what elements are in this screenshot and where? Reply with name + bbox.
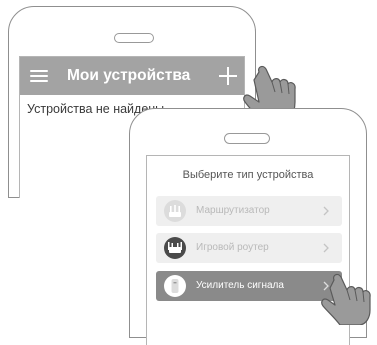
phone-speaker xyxy=(114,33,154,43)
gaming-router-icon xyxy=(164,237,186,259)
hamburger-menu-icon[interactable] xyxy=(30,68,48,84)
add-device-button[interactable] xyxy=(217,65,239,87)
device-option-router[interactable]: Маршрутизатор xyxy=(156,196,342,226)
device-option-range-extender[interactable]: Усилитель сигнала xyxy=(156,271,342,301)
device-option-label: Маршрутизатор xyxy=(196,205,270,216)
chevron-right-icon xyxy=(323,206,329,216)
range-extender-icon xyxy=(164,275,186,297)
select-device-title: Выберите тип устройства xyxy=(182,169,314,181)
device-option-label: Усилитель сигнала xyxy=(196,280,284,291)
device-option-label: Игровой роутер xyxy=(196,242,269,253)
tapping-hand-icon xyxy=(321,273,371,325)
router-icon xyxy=(164,200,186,222)
app-bar-title: Мои устройства xyxy=(67,67,191,84)
device-option-gaming-router[interactable]: Игровой роутер xyxy=(156,233,342,263)
phone-speaker xyxy=(224,133,270,144)
illustration-scene: Мои устройства Устройства не найдены. Вы… xyxy=(0,0,377,345)
app-bar: Мои устройства xyxy=(20,57,244,95)
chevron-right-icon xyxy=(323,243,329,253)
